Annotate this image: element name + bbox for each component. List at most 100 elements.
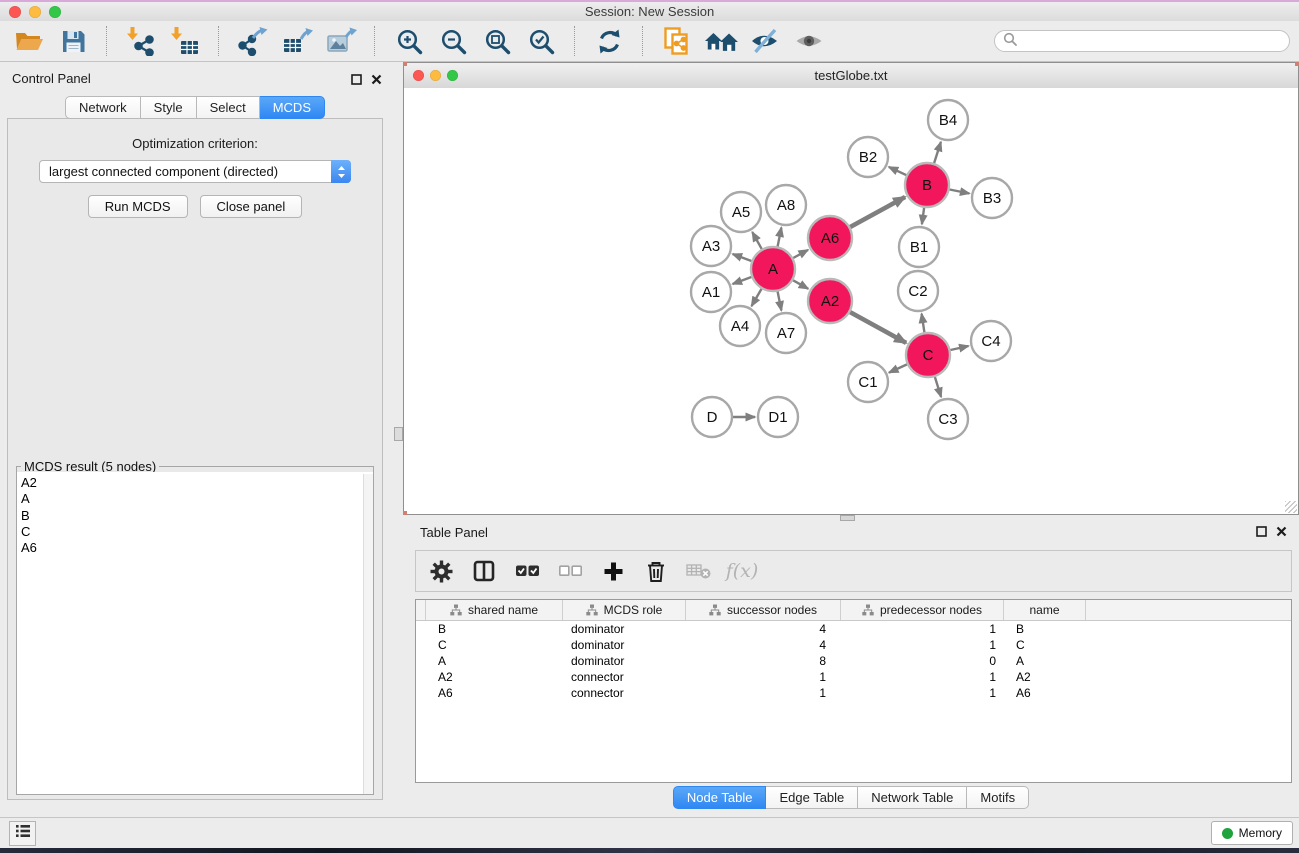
svg-text:A1: A1 bbox=[702, 284, 720, 301]
graph-node-A[interactable]: A bbox=[751, 247, 795, 291]
tab-node-table[interactable]: Node Table bbox=[673, 786, 767, 809]
float-panel-icon[interactable] bbox=[1256, 524, 1267, 542]
table-row[interactable]: Bdominator41B bbox=[416, 621, 1291, 637]
clone-network-icon[interactable] bbox=[660, 25, 694, 57]
column-header-successor-nodes[interactable]: successor nodes bbox=[686, 600, 841, 620]
toolbar-icons bbox=[0, 25, 826, 57]
hide-details-icon[interactable] bbox=[748, 25, 782, 57]
close-window-button[interactable] bbox=[9, 6, 21, 18]
tab-style[interactable]: Style bbox=[141, 96, 197, 119]
tab-network[interactable]: Network bbox=[65, 96, 141, 119]
result-item[interactable]: A6 bbox=[21, 540, 373, 556]
table-cell: A bbox=[1004, 653, 1086, 669]
save-icon[interactable] bbox=[56, 25, 90, 57]
minimize-window-button[interactable] bbox=[29, 6, 41, 18]
float-panel-icon[interactable] bbox=[351, 72, 362, 90]
tab-select[interactable]: Select bbox=[197, 96, 260, 119]
tab-edge-table[interactable]: Edge Table bbox=[766, 786, 858, 809]
table-panel: Table Panel f(x) shared nameMCDS rolesuc… bbox=[403, 517, 1299, 817]
import-network-icon[interactable] bbox=[124, 25, 158, 57]
unselect-all-icon[interactable] bbox=[557, 558, 583, 584]
result-item[interactable]: C bbox=[21, 524, 373, 540]
memory-label: Memory bbox=[1239, 826, 1282, 840]
export-network-icon[interactable] bbox=[236, 25, 270, 57]
memory-button[interactable]: Memory bbox=[1211, 821, 1293, 845]
export-table-icon[interactable] bbox=[280, 25, 314, 57]
graph-node-A6[interactable]: A6 bbox=[808, 216, 852, 260]
graph-node-A8[interactable]: A8 bbox=[766, 185, 806, 225]
network-graph-svg[interactable]: A A1 A2 A3 A4 A5 A6 A7 A8 B B1 B2 B3 B4 C C1 C2 C3C4 D D1 bbox=[404, 88, 1298, 514]
graph-node-B1[interactable]: B1 bbox=[899, 227, 939, 267]
graph-node-A4[interactable]: A4 bbox=[720, 306, 760, 346]
close-panel-button[interactable]: Close panel bbox=[200, 195, 303, 218]
svg-text:B4: B4 bbox=[939, 112, 957, 129]
result-item[interactable]: B bbox=[21, 508, 373, 524]
zoom-out-icon[interactable] bbox=[436, 25, 470, 57]
network-zoom-button[interactable] bbox=[447, 70, 458, 81]
refresh-icon[interactable] bbox=[592, 25, 626, 57]
result-item[interactable]: A2 bbox=[21, 475, 373, 491]
search-box[interactable] bbox=[994, 30, 1290, 52]
graph-node-B3[interactable]: B3 bbox=[972, 178, 1012, 218]
column-header-shared-name[interactable]: shared name bbox=[426, 600, 563, 620]
network-canvas[interactable]: A A1 A2 A3 A4 A5 A6 A7 A8 B B1 B2 B3 B4 C C1 C2 C3C4 D D1 bbox=[404, 88, 1298, 514]
home-icon[interactable] bbox=[704, 25, 738, 57]
toolbar-group-separator bbox=[574, 26, 576, 56]
table-cell: 1 bbox=[686, 685, 841, 701]
graph-node-A7[interactable]: A7 bbox=[766, 313, 806, 353]
graph-node-A1[interactable]: A1 bbox=[691, 272, 731, 312]
table-row[interactable]: A6connector11A6 bbox=[416, 685, 1291, 701]
import-table-icon[interactable] bbox=[168, 25, 202, 57]
optimization-dropdown[interactable]: largest connected component (directed) bbox=[39, 160, 351, 183]
table-row[interactable]: Adominator80A bbox=[416, 653, 1291, 669]
task-history-button[interactable] bbox=[9, 821, 36, 846]
table-row[interactable]: A2connector11A2 bbox=[416, 669, 1291, 685]
tab-network-table[interactable]: Network Table bbox=[858, 786, 967, 809]
table-cell: C bbox=[426, 637, 563, 653]
table-cell: 8 bbox=[686, 653, 841, 669]
open-folder-icon[interactable] bbox=[12, 25, 46, 57]
network-close-button[interactable] bbox=[413, 70, 424, 81]
tab-mcds[interactable]: MCDS bbox=[260, 96, 325, 119]
tab-motifs[interactable]: Motifs bbox=[967, 786, 1029, 809]
graph-node-A3[interactable]: A3 bbox=[691, 226, 731, 266]
graph-node-C4[interactable]: C4 bbox=[971, 321, 1011, 361]
graph-node-D1[interactable]: D1 bbox=[758, 397, 798, 437]
zoom-in-icon[interactable] bbox=[392, 25, 426, 57]
columns-icon[interactable] bbox=[471, 558, 497, 584]
zoom-fit-icon[interactable] bbox=[480, 25, 514, 57]
graph-node-C1[interactable]: C1 bbox=[848, 362, 888, 402]
graph-node-A2[interactable]: A2 bbox=[808, 279, 852, 323]
resize-grip[interactable] bbox=[1285, 501, 1297, 513]
column-header-predecessor-nodes[interactable]: predecessor nodes bbox=[841, 600, 1004, 620]
export-image-icon[interactable] bbox=[324, 25, 358, 57]
trash-icon[interactable] bbox=[643, 558, 669, 584]
network-view-window: testGlobe.txt AA1A2A3A4A5A6A7A8BB1B2B3B4… bbox=[403, 62, 1299, 515]
graph-node-C2[interactable]: C2 bbox=[898, 271, 938, 311]
graph-node-D[interactable]: D bbox=[692, 397, 732, 437]
graph-node-B4[interactable]: B4 bbox=[928, 100, 968, 140]
zoom-selected-icon[interactable] bbox=[524, 25, 558, 57]
run-mcds-button[interactable]: Run MCDS bbox=[88, 195, 188, 218]
graph-node-C[interactable]: C bbox=[906, 333, 950, 377]
table-row[interactable]: Cdominator41C bbox=[416, 637, 1291, 653]
close-panel-icon[interactable] bbox=[1276, 524, 1287, 542]
result-item[interactable]: A bbox=[21, 491, 373, 507]
close-panel-icon[interactable] bbox=[371, 72, 382, 90]
zoom-window-button[interactable] bbox=[49, 6, 61, 18]
search-input[interactable] bbox=[1022, 33, 1289, 49]
row-filler bbox=[1086, 653, 1291, 669]
column-header-MCDS-role[interactable]: MCDS role bbox=[563, 600, 686, 620]
result-scrollbar[interactable] bbox=[363, 474, 373, 794]
network-minimize-button[interactable] bbox=[430, 70, 441, 81]
graph-node-B[interactable]: B bbox=[905, 163, 949, 207]
graph-node-A5[interactable]: A5 bbox=[721, 192, 761, 232]
vertical-splitter-handle[interactable] bbox=[394, 427, 403, 441]
select-all-icon[interactable] bbox=[514, 558, 540, 584]
add-icon[interactable] bbox=[600, 558, 626, 584]
show-details-icon[interactable] bbox=[792, 25, 826, 57]
column-header-name[interactable]: name bbox=[1004, 600, 1086, 620]
graph-node-C3[interactable]: C3 bbox=[928, 399, 968, 439]
gear-icon[interactable] bbox=[428, 558, 454, 584]
graph-node-B2[interactable]: B2 bbox=[848, 137, 888, 177]
